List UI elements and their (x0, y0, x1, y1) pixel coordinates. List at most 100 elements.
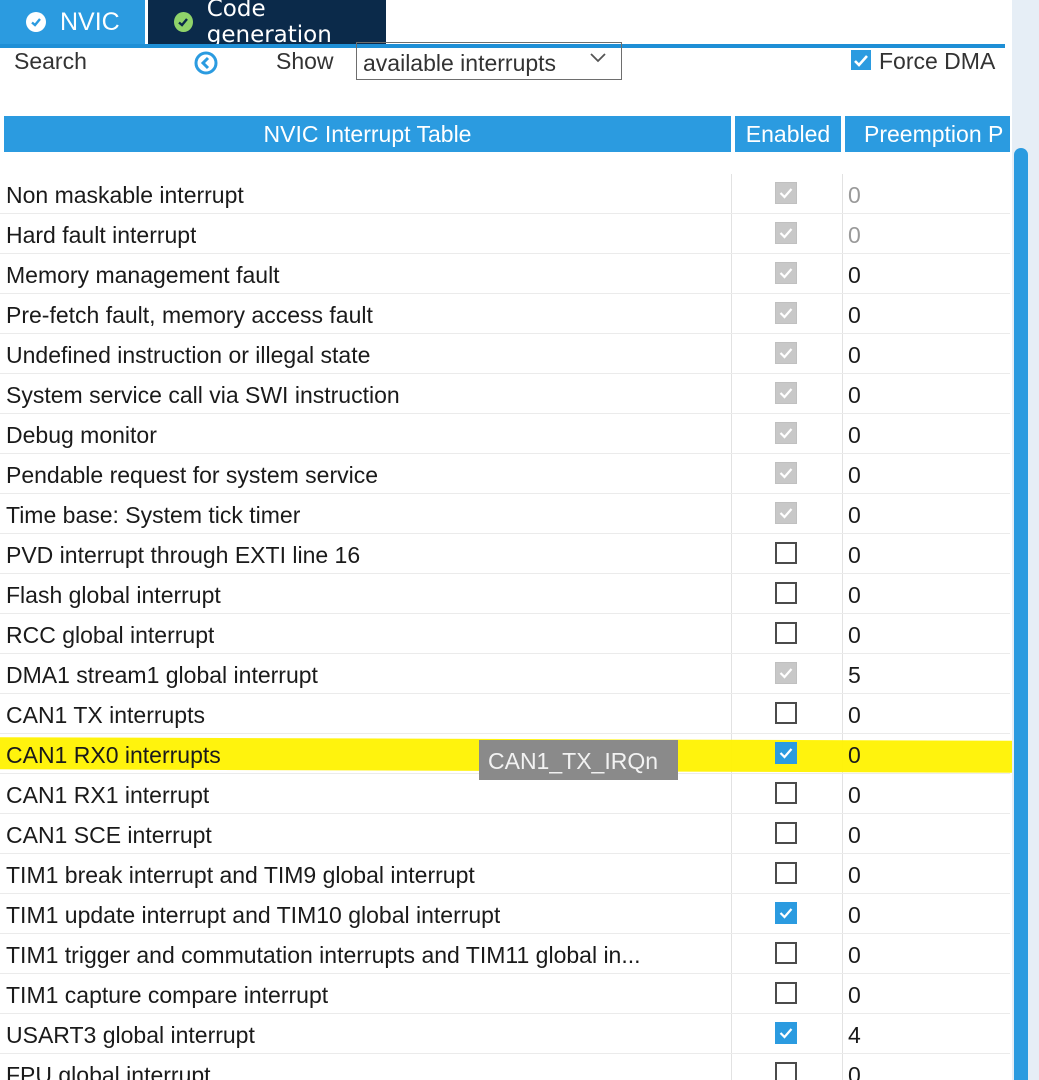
preemption-priority[interactable]: 0 (848, 302, 861, 329)
interrupt-name: Time base: System tick timer (6, 502, 301, 528)
interrupt-name: TIM1 break interrupt and TIM9 global int… (6, 862, 475, 888)
interrupt-name: Debug monitor (6, 422, 157, 448)
preemption-priority[interactable]: 0 (848, 902, 861, 929)
preemption-priority[interactable]: 0 (848, 262, 861, 289)
table-row[interactable]: CAN1 TX interrupts 0 (0, 694, 1010, 734)
checkbox-unchecked-icon[interactable] (775, 982, 797, 1004)
scrollbar-thumb[interactable] (1014, 148, 1028, 1080)
interrupt-name: FPU global interrupt (6, 1062, 211, 1080)
interrupt-table-body: Non maskable interrupt 0 Hard fault interr… (0, 174, 1010, 1080)
table-row[interactable]: TIM1 capture compare interrupt 0 (0, 974, 1010, 1014)
table-row[interactable]: USART3 global interrupt 4 (0, 1014, 1010, 1054)
checkbox-disabled-checked-icon (775, 302, 797, 324)
interrupt-name: CAN1 RX1 interrupt (6, 782, 210, 808)
preemption-priority[interactable]: 0 (848, 942, 861, 969)
preemption-priority[interactable]: 4 (848, 1022, 861, 1049)
show-label: Show (276, 48, 334, 74)
force-dma-label: Force DMA (879, 48, 996, 74)
interrupt-name: CAN1 TX interrupts (6, 702, 205, 728)
checkbox-unchecked-icon[interactable] (775, 542, 797, 564)
column-header-preemption[interactable]: Preemption P (845, 116, 1010, 152)
show-select[interactable]: available interrupts (356, 42, 622, 80)
preemption-priority[interactable]: 5 (848, 662, 861, 689)
preemption-priority[interactable]: 0 (848, 822, 861, 849)
preemption-priority: 0 (848, 222, 861, 248)
table-row[interactable]: Hard fault interrupt 0 (0, 214, 1010, 254)
table-row[interactable]: CAN1 SCE interrupt 0 (0, 814, 1010, 854)
checkbox-unchecked-icon[interactable] (775, 622, 797, 644)
checkbox-disabled-checked-icon (775, 222, 797, 244)
table-row[interactable]: PVD interrupt through EXTI line 16 0 (0, 534, 1010, 574)
checkbox-unchecked-icon[interactable] (775, 782, 797, 804)
preemption-priority[interactable]: 0 (848, 742, 861, 769)
preemption-priority[interactable]: 0 (848, 582, 861, 609)
checkbox-disabled-checked-icon (775, 422, 797, 444)
tab-nvic[interactable]: NVIC (0, 0, 145, 44)
checkbox-unchecked-icon[interactable] (775, 1062, 797, 1080)
checkbox-unchecked-icon[interactable] (775, 942, 797, 964)
table-row[interactable]: Pre-fetch fault, memory access fault 0 (0, 294, 1010, 334)
preemption-priority[interactable]: 0 (848, 622, 861, 649)
preemption-priority[interactable]: 0 (848, 462, 861, 489)
tab-nvic-label: NVIC (60, 7, 120, 36)
preemption-priority[interactable]: 0 (848, 542, 861, 569)
table-row[interactable]: TIM1 trigger and commutation interrupts … (0, 934, 1010, 974)
table-row[interactable]: RCC global interrupt 0 (0, 614, 1010, 654)
interrupt-name: PVD interrupt through EXTI line 16 (6, 542, 361, 568)
checkbox-checked-icon[interactable] (775, 1022, 797, 1044)
search-clear-icon[interactable] (194, 51, 218, 75)
preemption-priority[interactable]: 0 (848, 342, 861, 369)
check-circle-icon (174, 12, 193, 32)
interrupt-name: RCC global interrupt (6, 622, 215, 648)
checkbox-checked-icon (851, 50, 871, 70)
interrupt-name: Pendable request for system service (6, 462, 379, 488)
table-row[interactable]: Time base: System tick timer 0 (0, 494, 1010, 534)
table-row[interactable]: Flash global interrupt 0 (0, 574, 1010, 614)
checkbox-disabled-checked-icon (775, 462, 797, 484)
interrupt-name: USART3 global interrupt (6, 1022, 255, 1048)
tab-bar: NVIC Code generation (0, 0, 1005, 48)
table-row[interactable]: TIM1 break interrupt and TIM9 global int… (0, 854, 1010, 894)
interrupt-name: Hard fault interrupt (6, 222, 197, 248)
force-dma-checkbox[interactable]: Force DMA (851, 48, 995, 75)
checkbox-disabled-checked-icon (775, 502, 797, 524)
table-row[interactable]: Non maskable interrupt 0 (0, 174, 1010, 214)
preemption-priority[interactable]: 0 (848, 702, 861, 729)
preemption-priority[interactable]: 0 (848, 382, 861, 409)
preemption-priority[interactable]: 0 (848, 422, 861, 449)
table-row[interactable]: Debug monitor 0 (0, 414, 1010, 454)
interrupt-name: TIM1 capture compare interrupt (6, 982, 329, 1008)
checkbox-unchecked-icon[interactable] (775, 582, 797, 604)
interrupt-name: Memory management fault (6, 262, 280, 288)
checkbox-unchecked-icon[interactable] (775, 822, 797, 844)
table-row[interactable]: FPU global interrupt 0 (0, 1054, 1010, 1080)
interrupt-name: TIM1 update interrupt and TIM10 global i… (6, 902, 501, 928)
table-header: NVIC Interrupt Table Enabled Preemption … (0, 116, 1010, 152)
checkbox-unchecked-icon[interactable] (775, 702, 797, 724)
interrupt-name: CAN1 SCE interrupt (6, 822, 212, 848)
preemption-priority[interactable]: 0 (848, 1062, 861, 1080)
preemption-priority[interactable]: 0 (848, 982, 861, 1009)
table-row[interactable]: Memory management fault 0 (0, 254, 1010, 294)
preemption-priority: 0 (848, 182, 861, 208)
tab-code-generation-label: Code generation (206, 0, 332, 48)
table-row[interactable]: TIM1 update interrupt and TIM10 global i… (0, 894, 1010, 934)
checkbox-checked-icon[interactable] (775, 742, 797, 764)
table-row[interactable]: CAN1 RX1 interrupt 0 (0, 774, 1010, 814)
table-row[interactable]: System service call via SWI instruction 0 (0, 374, 1010, 414)
interrupt-name: CAN1 RX0 interrupts (6, 742, 221, 768)
preemption-priority[interactable]: 0 (848, 862, 861, 889)
table-row[interactable]: DMA1 stream1 global interrupt 5 (0, 654, 1010, 694)
column-header-name[interactable]: NVIC Interrupt Table (4, 116, 731, 152)
checkbox-disabled-checked-icon (775, 182, 797, 204)
search-label: Search (14, 48, 87, 74)
preemption-priority[interactable]: 0 (848, 502, 861, 529)
table-row[interactable]: Undefined instruction or illegal state 0 (0, 334, 1010, 374)
tab-code-generation[interactable]: Code generation (148, 0, 386, 48)
table-row[interactable]: Pendable request for system service 0 (0, 454, 1010, 494)
checkbox-checked-icon[interactable] (775, 902, 797, 924)
column-header-enabled[interactable]: Enabled (735, 116, 841, 152)
checkbox-disabled-checked-icon (775, 262, 797, 284)
preemption-priority[interactable]: 0 (848, 782, 861, 809)
checkbox-unchecked-icon[interactable] (775, 862, 797, 884)
